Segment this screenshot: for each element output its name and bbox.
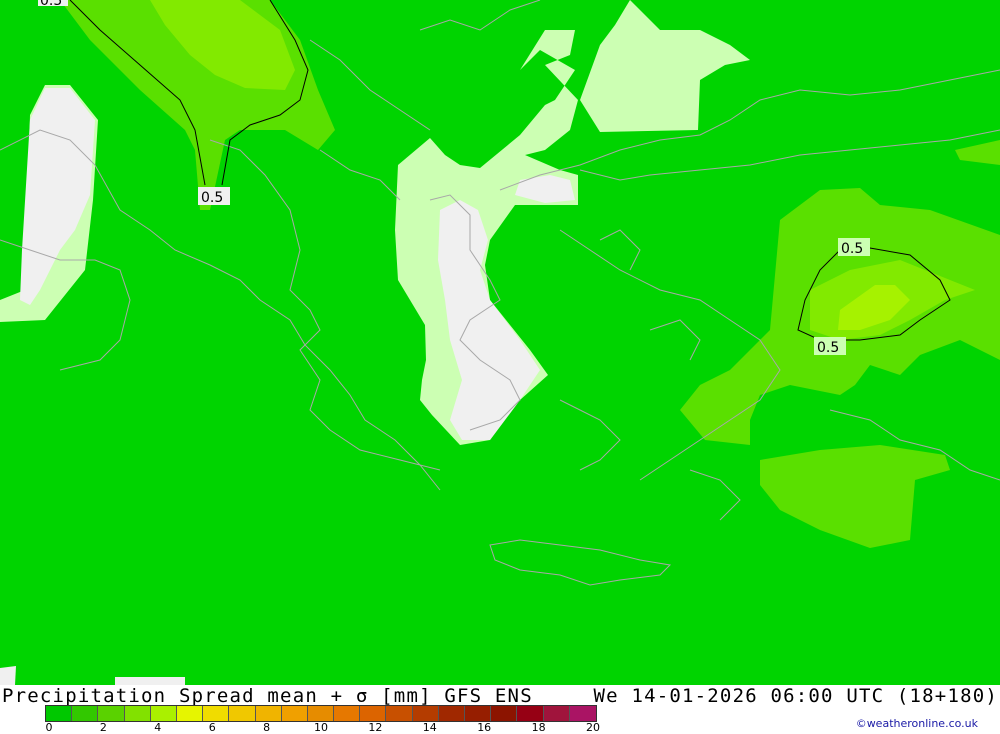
colorbar-swatch [203,706,230,721]
colorbar-ticks: 0 2 4 6 8 10 12 14 16 18 20 [45,721,620,734]
colorbar-swatch [46,706,73,721]
colorbar-tick-label: 2 [99,721,107,734]
colorbar [45,705,597,722]
colorbar-swatch [491,706,518,721]
colorbar-swatch [229,706,256,721]
colorbar-tick-label: 16 [477,721,492,734]
colorbar-tick-label: 8 [263,721,271,734]
colorbar-tick-label: 18 [531,721,546,734]
contour-label-left: 0.5 [198,187,230,206]
colorbar-swatch [517,706,544,721]
map-title: Precipitation Spread mean + σ [mm] GFS E… [2,685,533,707]
colorbar-swatch [307,706,335,721]
svg-text:0.5: 0.5 [841,241,863,257]
colorbar-swatch [98,706,125,721]
svg-text:0.5: 0.5 [817,340,839,356]
colorbar-swatch [176,706,204,721]
colorbar-swatch [386,706,413,721]
colorbar-swatch [360,706,387,721]
colorbar-swatch [150,706,177,721]
contour-label-east-upper: 0.5 [838,238,870,257]
colorbar-swatch [255,706,282,721]
colorbar-swatch [412,706,439,721]
colorbar-tick-label: 12 [368,721,383,734]
colorbar-tick-label: 20 [586,721,600,734]
svg-text:0.5: 0.5 [201,190,223,206]
colorbar-swatch [334,706,361,721]
colorbar-tick-label: 10 [314,721,328,734]
colorbar-tick-label: 0 [45,721,53,734]
precipitation-map: 0.5 0.5 0.5 0.5 [0,0,1000,685]
colorbar-swatch [569,706,596,721]
colorbar-tick-label: 14 [422,721,437,734]
colorbar-swatch [281,706,308,721]
colorbar-swatch [124,706,151,721]
map-footer: Precipitation Spread mean + σ [mm] GFS E… [0,685,1000,734]
svg-text:0.5: 0.5 [40,0,62,9]
map-datetime: We 14-01-2026 06:00 UTC (18+180) [593,685,998,707]
colorbar-swatch [465,706,492,721]
colorbar-swatch [543,706,570,721]
credit-link[interactable]: ©weatheronline.co.uk [856,717,978,730]
colorbar-swatch [438,706,465,721]
contour-label-east-lower: 0.5 [814,337,846,356]
colorbar-tick-label: 6 [208,721,216,734]
colorbar-tick-label: 4 [154,721,162,734]
colorbar-swatch [72,706,99,721]
